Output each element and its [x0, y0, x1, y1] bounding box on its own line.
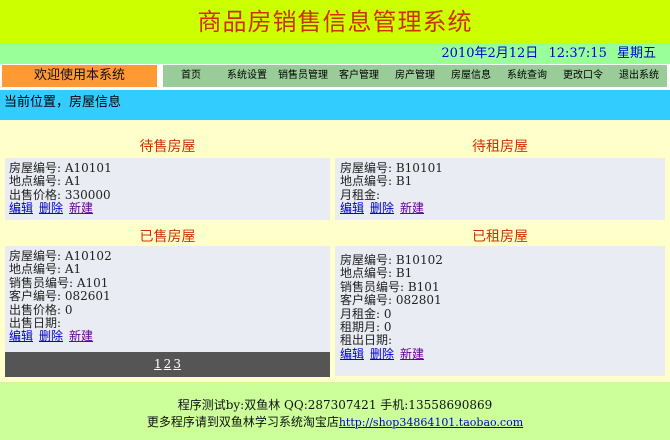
nav-row: 欢迎使用本系统 首页 系统设置 销售员管理 客户管理 房产管理 房屋信息 系统查…	[0, 64, 670, 88]
menu-item-logout[interactable]: 退出系统	[611, 65, 667, 87]
sold-actions: 编辑 删除 新建	[9, 330, 330, 343]
menu-item-house-info[interactable]: 房屋信息	[443, 65, 499, 87]
rented-heading: 已租房屋	[472, 229, 528, 245]
main-menu: 首页 系统设置 销售员管理 客户管理 房产管理 房屋信息 系统查询 更改口令 退…	[163, 65, 667, 87]
footer: 程序测试by:双鱼林 QQ:287307421 手机:13558690869 更…	[0, 382, 670, 440]
content-area: 待售房屋 房屋编号: A10101 地点编号: A1 出售价格: 330000 …	[0, 120, 670, 382]
delete-link[interactable]: 删除	[370, 347, 394, 361]
menu-item-customer[interactable]: 客户管理	[331, 65, 387, 87]
rented-monthly-rent: 月租金: 0	[340, 306, 392, 321]
menu-item-salesperson[interactable]: 销售员管理	[275, 65, 331, 87]
rented-location-id: 地点编号: B1	[340, 266, 413, 281]
sold-customer-id: 客户编号: 082601	[9, 289, 111, 304]
sold-box: 房屋编号: A10102 地点编号: A1 销售员编号: A101 客户编号: …	[5, 246, 330, 352]
menu-item-property[interactable]: 房产管理	[387, 65, 443, 87]
weekday-text: 星期五	[616, 46, 656, 61]
for-sale-location-id: 地点编号: A1	[9, 174, 82, 189]
menu-item-password[interactable]: 更改口令	[555, 65, 611, 87]
page-link-3[interactable]: 3	[173, 357, 181, 371]
rented-actions: 编辑 删除 新建	[340, 347, 665, 361]
date-bar: 2010年2月12日 12:37:15 星期五	[0, 44, 670, 64]
rented-box: 房屋编号: B10102 地点编号: B1 销售员编号: B101 客户编号: …	[335, 246, 665, 376]
edit-link[interactable]: 编辑	[9, 201, 33, 215]
new-link[interactable]: 新建	[69, 201, 93, 215]
delete-link[interactable]: 删除	[370, 201, 394, 215]
rented-lease-date: 租出日期:	[340, 333, 393, 348]
rented-customer-id: 客户编号: 082801	[340, 293, 442, 308]
pagination: 123	[5, 352, 330, 377]
page-link-2[interactable]: 2	[164, 357, 172, 371]
footer-shop-text: 更多程序请到双鱼林学习系统淘宝店	[146, 415, 339, 429]
welcome-banner: 欢迎使用本系统	[2, 65, 157, 87]
time-text: 12:37:15	[548, 46, 607, 61]
delete-link[interactable]: 删除	[39, 201, 63, 215]
for-rent-heading: 待租房屋	[472, 139, 528, 155]
footer-contact: 程序测试by:双鱼林 QQ:287307421 手机:13558690869	[177, 398, 493, 412]
breadcrumb-text: 当前位置，房屋信息	[4, 95, 122, 110]
menu-item-query[interactable]: 系统查询	[499, 65, 555, 87]
for-sale-heading: 待售房屋	[139, 139, 196, 155]
for-sale-box: 房屋编号: A10101 地点编号: A1 出售价格: 330000 编辑 删除新…	[5, 158, 330, 220]
date-text: 2010年2月12日	[441, 46, 539, 61]
for-rent-actions: 编辑 删除 新建	[340, 202, 665, 215]
rented-lease-months: 租期月: 0	[340, 320, 392, 335]
new-link[interactable]: 新建	[400, 347, 424, 361]
header: 商品房销售信息管理系统	[0, 0, 670, 44]
footer-shop-link[interactable]: http://shop34864101.taobao.com	[339, 416, 523, 429]
menu-item-settings[interactable]: 系统设置	[219, 65, 275, 87]
delete-link[interactable]: 删除	[39, 329, 63, 343]
menu-item-home[interactable]: 首页	[163, 65, 219, 87]
page-link-1[interactable]: 1	[154, 357, 162, 371]
edit-link[interactable]: 编辑	[340, 201, 364, 215]
sold-location-id: 地点编号: A1	[9, 262, 82, 277]
for-rent-box: 房屋编号: B10101 地点编号: B1 月租金: 编辑 删除 新建	[335, 158, 665, 220]
edit-link[interactable]: 编辑	[9, 329, 33, 343]
new-link[interactable]: 新建	[400, 201, 424, 215]
page-title: 商品房销售信息管理系统	[197, 8, 473, 36]
edit-link[interactable]: 编辑	[340, 347, 364, 361]
sold-heading: 已售房屋	[139, 229, 196, 245]
new-link[interactable]: 新建	[69, 329, 93, 343]
breadcrumb: 当前位置，房屋信息	[0, 90, 670, 120]
for-rent-location-id: 地点编号: B1	[340, 174, 413, 189]
footer-shop-line: 更多程序请到双鱼林学习系统淘宝店http://shop34864101.taob…	[0, 413, 670, 430]
for-sale-actions: 编辑 删除 新建	[9, 202, 330, 215]
